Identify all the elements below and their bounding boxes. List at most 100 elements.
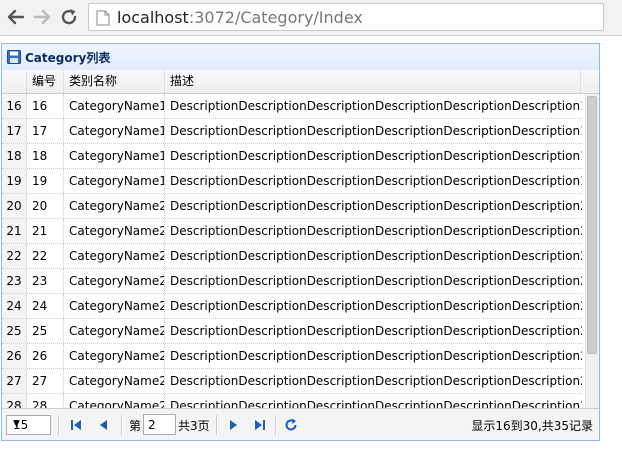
row-number: 23	[2, 269, 27, 293]
cell-id: 20	[27, 194, 64, 218]
cell-name: CategoryName22	[64, 244, 165, 268]
vertical-scrollbar[interactable]	[585, 94, 599, 408]
cell-name: CategoryName19	[64, 169, 165, 193]
scrollbar-thumb[interactable]	[587, 96, 597, 354]
next-page-button[interactable]	[226, 418, 240, 432]
cell-description: DescriptionDescriptionDescriptionDescrip…	[170, 374, 582, 388]
cell-id: 25	[27, 319, 64, 343]
pagination-bar: 15 ▼ 第 共3页 显示16到30,共35记录	[2, 408, 599, 440]
row-number: 19	[2, 169, 27, 193]
table-row[interactable]: 16 16 CategoryName16 DescriptionDescription…	[2, 94, 582, 119]
cell-name: CategoryName21	[64, 219, 165, 243]
cell-name: CategoryName28	[64, 394, 165, 408]
reload-button[interactable]	[57, 6, 81, 28]
cell-id: 18	[27, 144, 64, 168]
first-page-button[interactable]	[69, 418, 83, 432]
cell-name: CategoryName18	[64, 144, 165, 168]
grid-header: 编号 类别名称 描述	[2, 70, 599, 94]
row-number: 22	[2, 244, 27, 268]
column-header-description[interactable]: 描述	[165, 70, 581, 93]
cell-id: 26	[27, 344, 64, 368]
cell-name: CategoryName26	[64, 344, 165, 368]
table-row[interactable]: 27 27 CategoryName27 DescriptionDescription…	[2, 369, 582, 394]
table-row[interactable]: 19 19 CategoryName19 DescriptionDescription…	[2, 169, 582, 194]
url-text: localhost:3072/Category/Index	[117, 8, 363, 27]
row-number: 24	[2, 294, 27, 318]
table-row[interactable]: 26 26 CategoryName26 DescriptionDescription…	[2, 344, 582, 369]
cell-name: CategoryName23	[64, 269, 165, 293]
table-row[interactable]: 28 28 CategoryName28 DescriptionDescription…	[2, 394, 582, 408]
cell-description: DescriptionDescriptionDescriptionDescrip…	[170, 149, 582, 163]
table-row[interactable]: 22 22 CategoryName22 DescriptionDescription…	[2, 244, 582, 269]
cell-description: DescriptionDescriptionDescriptionDescrip…	[170, 324, 582, 338]
row-number: 18	[2, 144, 27, 168]
table-row[interactable]: 17 17 CategoryName17 DescriptionDescription…	[2, 119, 582, 144]
arrow-left-icon	[7, 9, 25, 25]
cell-id: 22	[27, 244, 64, 268]
cell-description: DescriptionDescriptionDescriptionDescrip…	[170, 224, 582, 238]
page-label: 第	[129, 419, 142, 433]
cell-description: DescriptionDescriptionDescriptionDescrip…	[170, 274, 582, 288]
row-number: 21	[2, 219, 27, 243]
pager-separator	[58, 415, 60, 435]
cell-name: CategoryName16	[64, 94, 165, 118]
grid-body: 16 16 CategoryName16 DescriptionDescription…	[2, 94, 582, 408]
table-row[interactable]: 21 21 CategoryName21 DescriptionDescription…	[2, 219, 582, 244]
url-host: localhost	[117, 8, 189, 27]
previous-page-button[interactable]	[97, 418, 111, 432]
cell-description: DescriptionDescriptionDescriptionDescrip…	[170, 124, 582, 138]
row-number: 16	[2, 94, 27, 118]
cell-description: DescriptionDescriptionDescriptionDescrip…	[170, 174, 582, 188]
table-row[interactable]: 24 24 CategoryName24 DescriptionDescription…	[2, 294, 582, 319]
page-size-select[interactable]: 15 ▼	[6, 415, 51, 435]
category-panel: Category列表 编号 类别名称 描述 16 16 CategoryName16…	[1, 43, 600, 441]
table-row[interactable]: 25 25 CategoryName25 DescriptionDescription…	[2, 319, 582, 344]
forward-button[interactable]	[30, 6, 54, 28]
page-icon	[96, 10, 110, 26]
table-row[interactable]: 20 20 CategoryName20 DescriptionDescription…	[2, 194, 582, 219]
cell-id: 21	[27, 219, 64, 243]
cell-name: CategoryName27	[64, 369, 165, 393]
last-page-button[interactable]	[253, 418, 267, 432]
cell-description: DescriptionDescriptionDescriptionDescrip…	[170, 299, 582, 313]
table-row[interactable]: 18 18 CategoryName18 DescriptionDescription…	[2, 144, 582, 169]
panel-title: Category列表	[25, 51, 111, 65]
row-number: 25	[2, 319, 27, 343]
current-page-input[interactable]	[143, 414, 176, 435]
table-row[interactable]: 23 23 CategoryName23 DescriptionDescription…	[2, 269, 582, 294]
row-number: 27	[2, 369, 27, 393]
cell-description: DescriptionDescriptionDescriptionDescrip…	[170, 399, 582, 408]
row-number: 26	[2, 344, 27, 368]
column-header-id[interactable]: 编号	[27, 70, 64, 93]
cell-id: 27	[27, 369, 64, 393]
refresh-button[interactable]	[284, 418, 298, 432]
cell-id: 17	[27, 119, 64, 143]
address-bar[interactable]: localhost:3072/Category/Index	[88, 3, 604, 31]
back-button[interactable]	[4, 6, 28, 28]
browser-toolbar: localhost:3072/Category/Index	[0, 0, 622, 36]
total-pages-label: 共3页	[178, 419, 210, 433]
save-icon	[7, 50, 21, 64]
pager-separator	[121, 415, 123, 435]
column-header-name[interactable]: 类别名称	[64, 70, 165, 93]
cell-description: DescriptionDescriptionDescriptionDescrip…	[170, 99, 582, 113]
row-number: 20	[2, 194, 27, 218]
cell-name: CategoryName24	[64, 294, 165, 318]
panel-header: Category列表	[2, 44, 599, 71]
cell-id: 23	[27, 269, 64, 293]
cell-name: CategoryName17	[64, 119, 165, 143]
cell-description: DescriptionDescriptionDescriptionDescrip…	[170, 349, 582, 363]
rownumber-header	[2, 70, 27, 93]
reload-icon	[61, 9, 77, 25]
row-number: 28	[2, 394, 27, 408]
arrow-right-icon	[33, 9, 51, 25]
cell-id: 28	[27, 394, 64, 408]
dropdown-arrow-icon: ▼	[13, 419, 20, 429]
cell-id: 24	[27, 294, 64, 318]
pager-separator	[216, 415, 218, 435]
cell-id: 16	[27, 94, 64, 118]
pagination-info: 显示16到30,共35记录	[471, 419, 593, 433]
cell-name: CategoryName20	[64, 194, 165, 218]
cell-description: DescriptionDescriptionDescriptionDescrip…	[170, 199, 582, 213]
cell-id: 19	[27, 169, 64, 193]
